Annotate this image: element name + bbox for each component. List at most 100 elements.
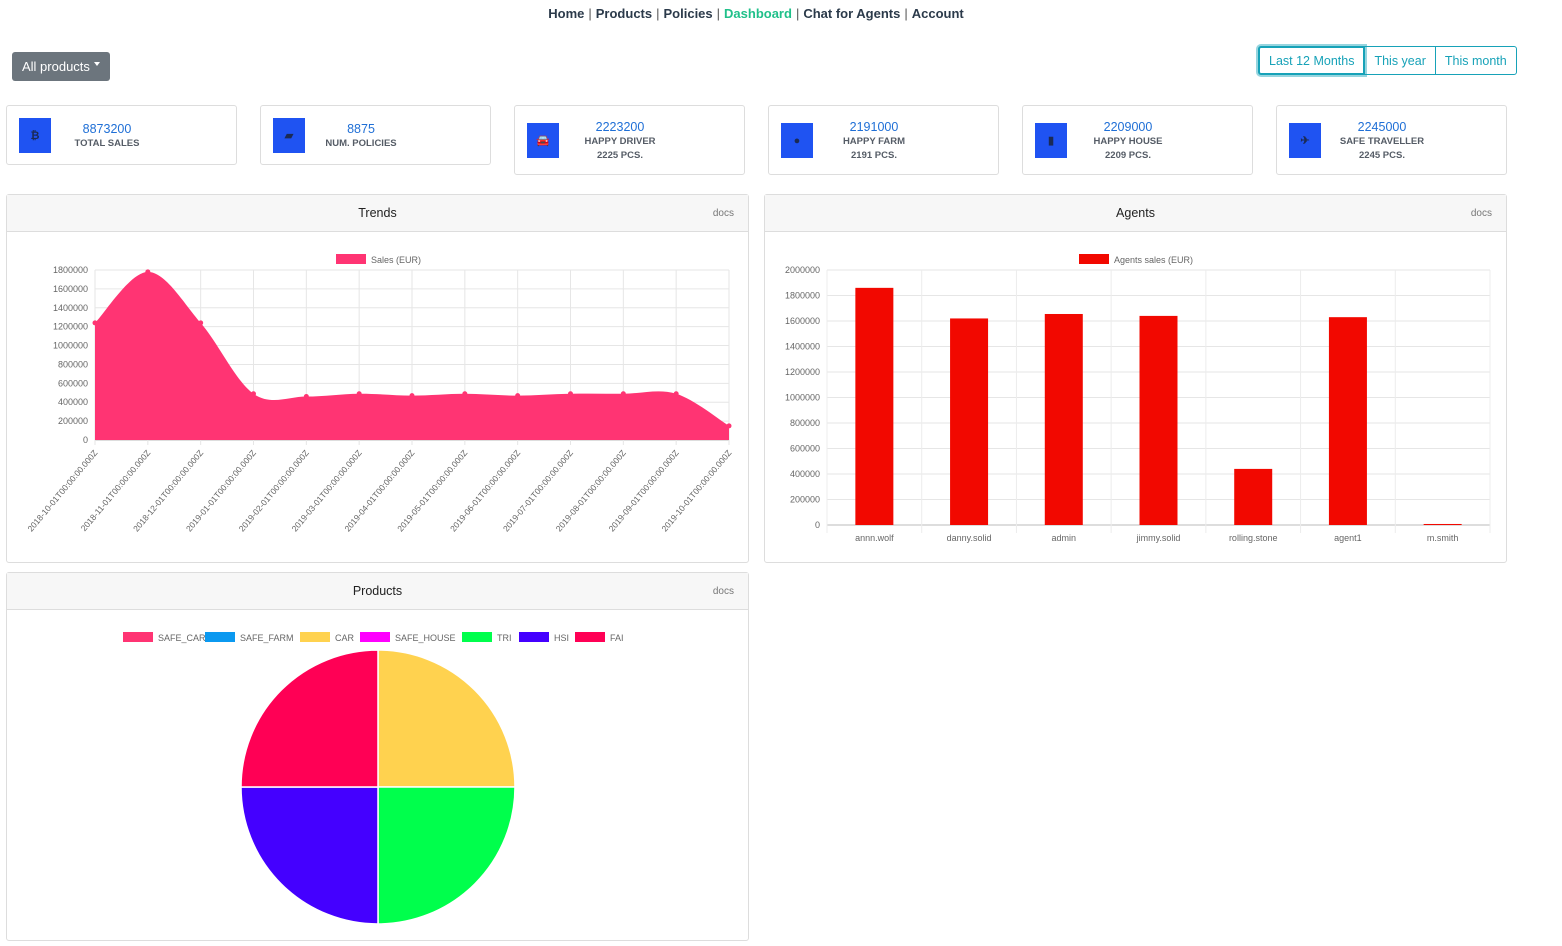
x-tick-label: annn.wolf	[855, 533, 894, 543]
y-tick-label: 1200000	[53, 322, 88, 332]
y-tick-label: 200000	[58, 416, 88, 426]
sales-point	[251, 391, 256, 396]
nav-link-chat-for-agents[interactable]: Chat for Agents	[803, 6, 900, 21]
agent-bar-annn-wolf	[855, 288, 893, 525]
y-tick-label: 1800000	[785, 291, 820, 301]
sales-point	[727, 423, 732, 428]
nav-link-account[interactable]: Account	[912, 6, 964, 21]
sales-point	[357, 391, 362, 396]
agent-bar-m-smith	[1424, 524, 1462, 525]
legend-swatch-sales	[336, 254, 366, 264]
nav-link-policies[interactable]: Policies	[664, 6, 713, 21]
caret-down-icon	[94, 62, 100, 66]
stat-pieces: 2245 PCS.	[1327, 150, 1437, 161]
top-navigation: Home|Products|Policies|Dashboard|Chat fo…	[0, 6, 1512, 21]
y-tick-label: 1600000	[53, 284, 88, 294]
sales-point	[304, 394, 309, 399]
product-filter-dropdown[interactable]: All products	[12, 52, 110, 81]
legend-swatch-safe-house	[360, 632, 390, 642]
nav-link-home[interactable]: Home	[548, 6, 584, 21]
car-icon: 🚘	[527, 123, 559, 158]
legend-label-safe-farm: SAFE_FARM	[240, 633, 294, 643]
this-month-button[interactable]: This month	[1435, 46, 1517, 75]
y-tick-label: 600000	[58, 378, 88, 388]
legend-label-agents: Agents sales (EUR)	[1114, 255, 1193, 265]
pie-slice-car	[378, 650, 515, 787]
stat-card-happy-driver: 🚘 2223200 HAPPY DRIVER 2225 PCS.	[514, 105, 745, 175]
legend-label-car: CAR	[335, 633, 355, 643]
trends-chart: Sales (EUR)02000004000006000008000001000…	[7, 232, 748, 562]
stat-card-happy-farm: ● 2191000 HAPPY FARM 2191 PCS.	[768, 105, 999, 175]
sales-point	[674, 391, 679, 396]
trends-card: Trends docs Sales (EUR)02000004000006000…	[6, 194, 749, 563]
stat-pieces: 2191 PCS.	[819, 150, 929, 161]
products-card-header: Products docs	[7, 573, 748, 610]
y-tick-label: 800000	[58, 359, 88, 369]
legend-swatch-agents	[1079, 254, 1109, 264]
agents-docs-link[interactable]: docs	[1471, 208, 1492, 219]
x-tick-label: admin	[1052, 533, 1077, 543]
stat-label: NUM. POLICIES	[311, 138, 411, 149]
y-tick-label: 200000	[790, 495, 820, 505]
stat-pieces: 2225 PCS.	[565, 150, 675, 161]
stat-card-total-sales: ₿8873200TOTAL SALES	[6, 105, 237, 165]
agents-chart: Agents sales (EUR) 0 200000 400000 600000 800…	[765, 232, 1506, 562]
pie-slice-fai	[241, 650, 378, 787]
trends-card-header: Trends docs	[7, 195, 748, 232]
stat-value: 2209000	[1073, 120, 1183, 134]
products-card: Products docs SAFE_CARSAFE_FARMCARSAFE_H…	[6, 572, 749, 941]
trends-title: Trends	[358, 206, 396, 220]
book-icon: ▰	[273, 118, 305, 153]
y-tick-label: 1200000	[785, 367, 820, 377]
nav-separator: |	[652, 6, 663, 21]
legend-label-safe-car: SAFE_CAR	[158, 633, 206, 643]
agent-bar-agent1	[1329, 317, 1367, 525]
stat-card-happy-house: ▮2209000HAPPY HOUSE2209 PCS.	[1022, 105, 1253, 175]
legend-swatch-safe-farm	[205, 632, 235, 642]
nav-separator: |	[584, 6, 595, 21]
y-tick-label: 1800000	[53, 265, 88, 275]
stat-label: SAFE TRAVELLER	[1327, 136, 1437, 147]
sales-point	[145, 269, 150, 274]
products-docs-link[interactable]: docs	[713, 586, 734, 597]
trends-docs-link[interactable]: docs	[713, 208, 734, 219]
last-12-months-button[interactable]: Last 12 Months	[1258, 46, 1365, 75]
y-tick-label: 600000	[790, 444, 820, 454]
legend-label-tri: TRI	[497, 633, 512, 643]
stat-value: 2191000	[819, 120, 929, 134]
stat-value: 2245000	[1327, 120, 1437, 134]
stat-label: TOTAL SALES	[57, 138, 157, 149]
legend-label-fai: FAI	[610, 633, 624, 643]
y-tick-label: 0	[815, 520, 820, 530]
stat-card-safe-traveller: ✈2245000SAFE TRAVELLER2245 PCS.	[1276, 105, 1507, 175]
products-title: Products	[353, 584, 402, 598]
legend-swatch-hsi	[519, 632, 549, 642]
y-tick-label: 1600000	[785, 316, 820, 326]
nav-separator: |	[900, 6, 911, 21]
stat-label: HAPPY FARM	[819, 136, 929, 147]
sales-point	[410, 393, 415, 398]
stat-label: HAPPY HOUSE	[1073, 136, 1183, 147]
nav-link-dashboard[interactable]: Dashboard	[724, 6, 792, 21]
x-tick-label: danny.solid	[947, 533, 992, 543]
products-chart: SAFE_CARSAFE_FARMCARSAFE_HOUSETRIHSIFAI	[7, 610, 748, 940]
stat-pieces: 2209 PCS.	[1073, 150, 1183, 161]
stat-value: 2223200	[565, 120, 675, 134]
x-tick-label: m.smith	[1427, 533, 1459, 543]
sales-point	[515, 393, 520, 398]
agents-card: Agents docs Agents sales (EUR)0200000400…	[764, 194, 1507, 563]
legend-swatch-car	[300, 632, 330, 642]
nav-link-products[interactable]: Products	[596, 6, 652, 21]
agent-bar-jimmy-solid	[1140, 316, 1178, 525]
stat-label: HAPPY DRIVER	[565, 136, 675, 147]
x-tick-label: agent1	[1334, 533, 1362, 543]
this-year-button[interactable]: This year	[1364, 46, 1435, 75]
sales-point	[462, 391, 467, 396]
sales-point	[621, 391, 626, 396]
agent-bar-danny-solid	[950, 318, 988, 525]
apple-icon: ●	[781, 123, 813, 158]
agent-bar-rolling-stone	[1234, 469, 1272, 525]
product-filter-label: All products	[22, 59, 90, 74]
y-tick-label: 800000	[790, 418, 820, 428]
y-tick-label: 400000	[790, 469, 820, 479]
